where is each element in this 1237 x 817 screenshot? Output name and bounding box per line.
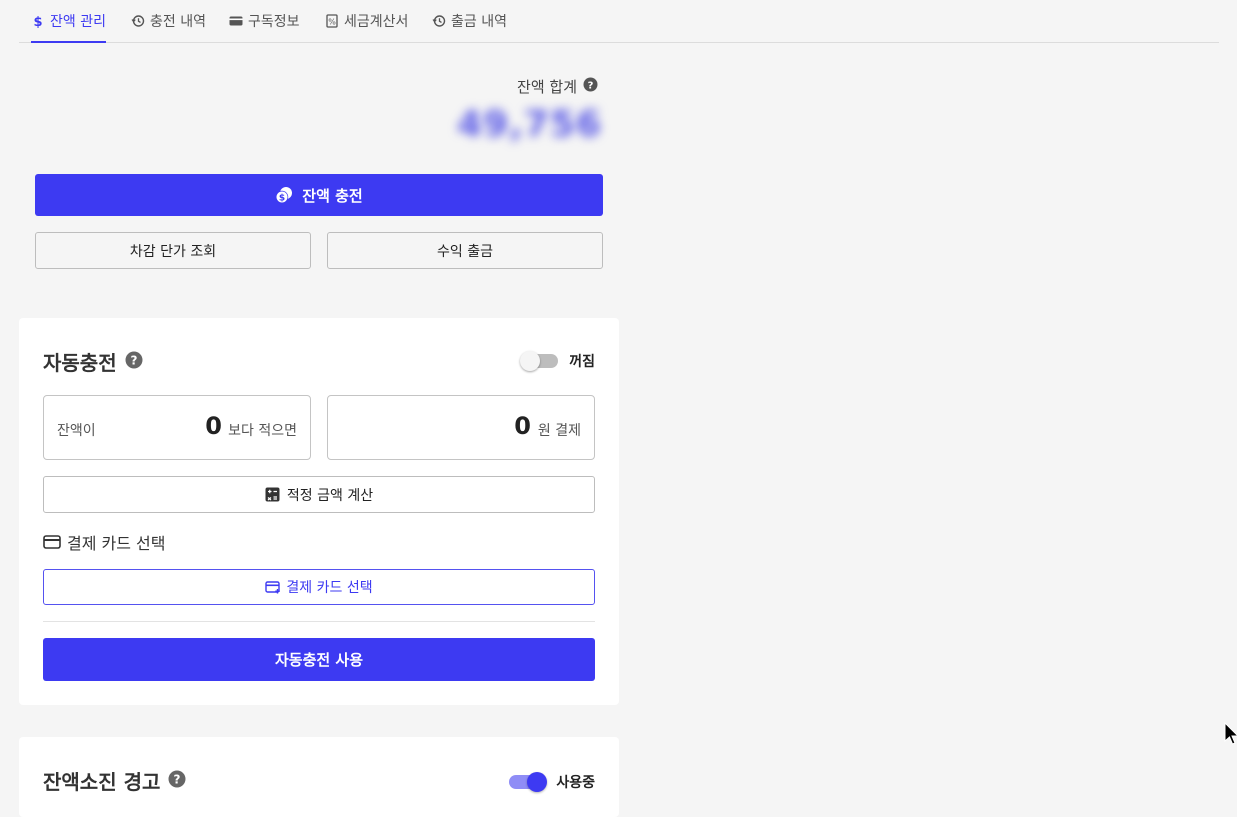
balance-total-label: 잔액 합계 ? [517,76,598,97]
tab-subscription-info[interactable]: 구독정보 [229,0,300,42]
select-payment-card-label: 결제 카드 선택 [286,580,373,596]
charge-balance-label: 잔액 충전 [302,186,363,205]
receipt-icon: % [325,14,339,28]
low-balance-alert-toggle[interactable]: 사용중 [509,772,595,792]
charge-balance-button[interactable]: $ 잔액 충전 [35,174,603,216]
svg-text:?: ? [588,81,594,92]
coins-icon: $ [275,186,293,204]
low-balance-alert-card: 잔액소진 경고 ? 사용중 [19,737,619,817]
svg-text:?: ? [174,772,181,786]
auto-charge-toggle[interactable]: 꺼짐 [520,351,595,371]
charge-amount-suffix: 원 결제 [537,423,581,439]
threshold-value[interactable]: 0 [205,412,222,440]
tab-withdrawal-history[interactable]: 출금 내역 [432,0,507,42]
enable-auto-charge-button[interactable]: 자동충전 사용 [43,638,595,681]
toggle-knob [527,772,548,792]
threshold-prefix: 잔액이 [57,423,96,439]
tab-label: 출금 내역 [451,14,507,30]
toggle-state-label: 꺼짐 [569,354,595,370]
toggle-knob [520,351,541,371]
low-balance-alert-title: 잔액소진 경고 ? [43,766,186,795]
svg-text:%: % [328,18,336,27]
add-card-icon [265,580,281,594]
svg-text:$: $ [33,15,42,28]
withdraw-earnings-button[interactable]: 수익 출금 [327,232,603,269]
card-section-title: 결제 카드 선택 [67,534,166,553]
tab-label: 잔액 관리 [50,14,106,30]
mouse-cursor-icon [1224,721,1237,750]
svg-text:?: ? [130,353,137,367]
balance-amount: 49,756 [457,104,602,145]
credit-card-icon [43,535,61,549]
tab-balance-management[interactable]: $ 잔액 관리 [31,0,106,43]
price-lookup-button[interactable]: 차감 단가 조회 [35,232,311,269]
calculate-amount-label: 적정 금액 계산 [286,487,374,504]
threshold-suffix: 보다 적으면 [228,423,297,439]
help-icon[interactable]: ? [125,350,143,374]
calculate-amount-button[interactable]: 적정 금액 계산 [43,476,595,513]
balance-label-text: 잔액 합계 [517,78,577,96]
tab-charge-history[interactable]: 충전 내역 [131,0,206,42]
auto-charge-card: 자동충전 ? 꺼짐 잔액이 0 보다 적으면 0 원 결제 적정 금액 계산 결… [19,318,619,705]
card-section-heading: 결제 카드 선택 [43,530,166,554]
history-icon [131,14,145,28]
charge-amount-value[interactable]: 0 [514,412,531,440]
card-icon [229,14,243,28]
tab-bar: $ 잔액 관리 충전 내역 구독정보 % 세금계산서 출금 내역 [19,0,1219,43]
auto-charge-title-text: 자동충전 [43,351,117,375]
charge-amount-field[interactable]: 0 원 결제 [327,395,595,460]
tab-label: 구독정보 [248,14,300,30]
auto-charge-title: 자동충전 ? [43,347,143,376]
toggle-switch[interactable] [520,351,559,371]
tab-label: 세금계산서 [344,14,409,30]
low-balance-alert-title-text: 잔액소진 경고 [43,770,161,794]
toggle-state-label: 사용중 [556,775,595,791]
threshold-field[interactable]: 잔액이 0 보다 적으면 [43,395,311,460]
history-icon [432,14,446,28]
divider [43,621,595,622]
toggle-switch[interactable] [509,772,548,792]
tab-label: 충전 내역 [150,14,206,30]
calculator-icon [265,487,280,502]
help-icon[interactable]: ? [583,77,598,96]
help-icon[interactable]: ? [168,769,186,793]
select-payment-card-button[interactable]: 결제 카드 선택 [43,569,595,605]
dollar-icon: $ [31,14,45,28]
tab-tax-invoice[interactable]: % 세금계산서 [325,0,408,42]
svg-text:$: $ [279,194,285,204]
